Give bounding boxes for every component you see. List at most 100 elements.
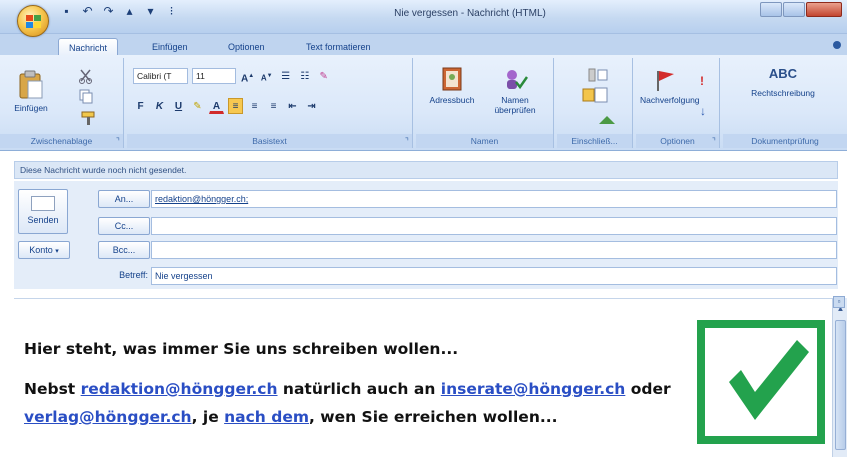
- spelling-label: Rechtschreibung: [751, 88, 815, 98]
- options-group-text: Optionen: [660, 136, 695, 146]
- group-include: Einschließ...: [557, 58, 633, 148]
- dialog-launcher-icon[interactable]: ⌝: [405, 134, 409, 148]
- attach-file-icon[interactable]: [585, 68, 609, 84]
- underline-icon[interactable]: U: [171, 98, 186, 114]
- clipboard-icon: [19, 70, 43, 99]
- check-names-button[interactable]: Namen überprüfen: [482, 66, 548, 115]
- message-header: Senden Konto ▾ An... Cc... Bcc... redakt…: [14, 181, 838, 289]
- decrease-indent-icon[interactable]: ⇤: [285, 98, 300, 114]
- to-button[interactable]: An...: [98, 190, 150, 208]
- cc-field[interactable]: [151, 217, 837, 235]
- paste-button[interactable]: Einfügen: [8, 70, 54, 113]
- spelling-button[interactable]: ABC Rechtschreibung: [743, 64, 823, 98]
- send-button[interactable]: Senden: [18, 189, 68, 234]
- body-text-segment: Nebst: [24, 380, 81, 398]
- grow-font-icon[interactable]: A▲: [240, 68, 255, 84]
- dialog-launcher-icon[interactable]: ⌝: [712, 134, 716, 148]
- office-button[interactable]: [17, 5, 49, 37]
- check-names-icon: [507, 70, 528, 90]
- attach-item-icon[interactable]: [581, 86, 609, 106]
- low-importance-icon[interactable]: ↓: [700, 104, 706, 118]
- up-arrow-icon[interactable]: ▴: [123, 5, 136, 18]
- subject-label: Betreff:: [119, 270, 148, 280]
- dialog-launcher-icon[interactable]: ⌝: [116, 134, 120, 148]
- body-text[interactable]: Hier steht, was immer Sie uns schreiben …: [24, 335, 724, 431]
- minimize-button[interactable]: [760, 2, 782, 17]
- send-label: Senden: [27, 215, 59, 225]
- down-arrow-icon[interactable]: ▾: [144, 5, 157, 18]
- shrink-font-icon[interactable]: A▼: [259, 68, 274, 84]
- address-book-icon: [442, 67, 462, 91]
- align-center-icon[interactable]: ≡: [247, 98, 262, 114]
- format-painter-icon[interactable]: [80, 110, 98, 128]
- email-link-redaktion[interactable]: redaktion@höngger.ch: [81, 380, 278, 398]
- vertical-scrollbar[interactable]: ▲: [832, 298, 847, 457]
- increase-indent-icon[interactable]: ⇥: [304, 98, 319, 114]
- maximize-button[interactable]: [783, 2, 805, 17]
- tab-optionen[interactable]: Optionen: [218, 38, 275, 56]
- link-nach-dem[interactable]: nach dem: [224, 408, 309, 426]
- body-line-1: Hier steht, was immer Sie uns schreiben …: [24, 340, 459, 358]
- bullets-icon[interactable]: ☰: [278, 68, 293, 84]
- font-name-combo[interactable]: Calibri (T: [133, 68, 188, 84]
- numbering-icon[interactable]: ☷: [297, 68, 312, 84]
- group-clipboard: Einfügen Zwischenablage ⌝: [0, 58, 124, 148]
- checkmark-overlay: [697, 320, 825, 444]
- tab-einfuegen[interactable]: Einfügen: [142, 38, 198, 56]
- font-size-combo[interactable]: 11: [192, 68, 236, 84]
- clipboard-group-text: Zwischenablage: [30, 136, 93, 146]
- quick-access-toolbar: ▪ ↶ ↷ ▴ ▾ ⁝: [60, 5, 178, 18]
- redo-icon[interactable]: ↷: [102, 5, 115, 18]
- bcc-field[interactable]: [151, 241, 837, 259]
- office-logo-icon: [26, 15, 41, 28]
- help-icon[interactable]: [833, 41, 841, 49]
- close-button[interactable]: [806, 2, 842, 17]
- group-names: Adressbuch Namen überprüfen Namen: [416, 58, 554, 148]
- account-button[interactable]: Konto ▾: [18, 241, 70, 259]
- bold-icon[interactable]: F: [133, 98, 148, 114]
- body-text-segment: oder: [625, 380, 671, 398]
- names-group-label: Namen: [416, 134, 553, 148]
- checkmark-icon: [729, 340, 809, 420]
- undo-icon[interactable]: ↶: [81, 5, 94, 18]
- address-book-button[interactable]: Adressbuch: [420, 66, 484, 105]
- high-importance-icon[interactable]: !: [700, 74, 704, 88]
- address-book-label: Adressbuch: [429, 95, 475, 105]
- tab-nachricht[interactable]: Nachricht: [58, 38, 119, 56]
- ruler-toggle-icon[interactable]: ▫: [833, 296, 845, 308]
- window-controls: [760, 2, 842, 17]
- align-right-icon[interactable]: ≡: [266, 98, 281, 114]
- signature-icon[interactable]: [597, 114, 617, 128]
- subject-field[interactable]: Nie vergessen: [151, 267, 837, 285]
- customize-qat-icon[interactable]: ⁝: [165, 5, 178, 18]
- chevron-down-icon: ▾: [55, 248, 59, 255]
- followup-button[interactable]: Nachverfolgung: [640, 68, 700, 105]
- body-paragraph-2: Nebst redaktion@höngger.ch natürlich auc…: [24, 375, 724, 431]
- title-bar: ▪ ↶ ↷ ▴ ▾ ⁝ Nie vergessen - Nachricht (H…: [0, 0, 847, 34]
- clear-format-icon[interactable]: ✎: [316, 68, 331, 84]
- group-basic-text: Calibri (T 11 A▲ A▼ ☰ ☷ ✎ F K U ✎ A ≡ ≡ …: [127, 58, 413, 148]
- cc-button[interactable]: Cc...: [98, 217, 150, 235]
- tab-text-formatieren[interactable]: Text formatieren: [296, 38, 381, 56]
- italic-icon[interactable]: K: [152, 98, 167, 114]
- format-row: F K U ✎ A ≡ ≡ ≡ ⇤ ⇥: [133, 98, 319, 114]
- copy-icon[interactable]: [78, 88, 94, 106]
- ribbon-tabs: Nachricht Einfügen Optionen Text formati…: [0, 34, 847, 56]
- save-icon[interactable]: ▪: [60, 5, 73, 18]
- followup-label: Nachverfolgung: [640, 95, 700, 105]
- align-left-icon[interactable]: ≡: [228, 98, 243, 114]
- group-proofing: ABC Rechtschreibung Dokumentprüfung: [723, 58, 847, 148]
- body-text-segment: , je: [191, 408, 225, 426]
- email-link-inserate[interactable]: inserate@höngger.ch: [441, 380, 626, 398]
- font-color-icon[interactable]: A: [209, 98, 224, 114]
- scrollbar-thumb[interactable]: [835, 320, 846, 450]
- cut-icon[interactable]: [78, 68, 94, 86]
- envelope-icon: [31, 196, 55, 211]
- group-options: Nachverfolgung ! ↓ Optionen ⌝: [636, 58, 720, 148]
- highlight-icon[interactable]: ✎: [190, 98, 205, 114]
- include-group-label: Einschließ...: [557, 134, 632, 148]
- to-field[interactable]: redaktion@höngger.ch;: [151, 190, 837, 208]
- email-link-verlag[interactable]: verlag@höngger.ch: [24, 408, 192, 426]
- bcc-button[interactable]: Bcc...: [98, 241, 150, 259]
- info-bar: Diese Nachricht wurde noch nicht gesende…: [14, 161, 838, 179]
